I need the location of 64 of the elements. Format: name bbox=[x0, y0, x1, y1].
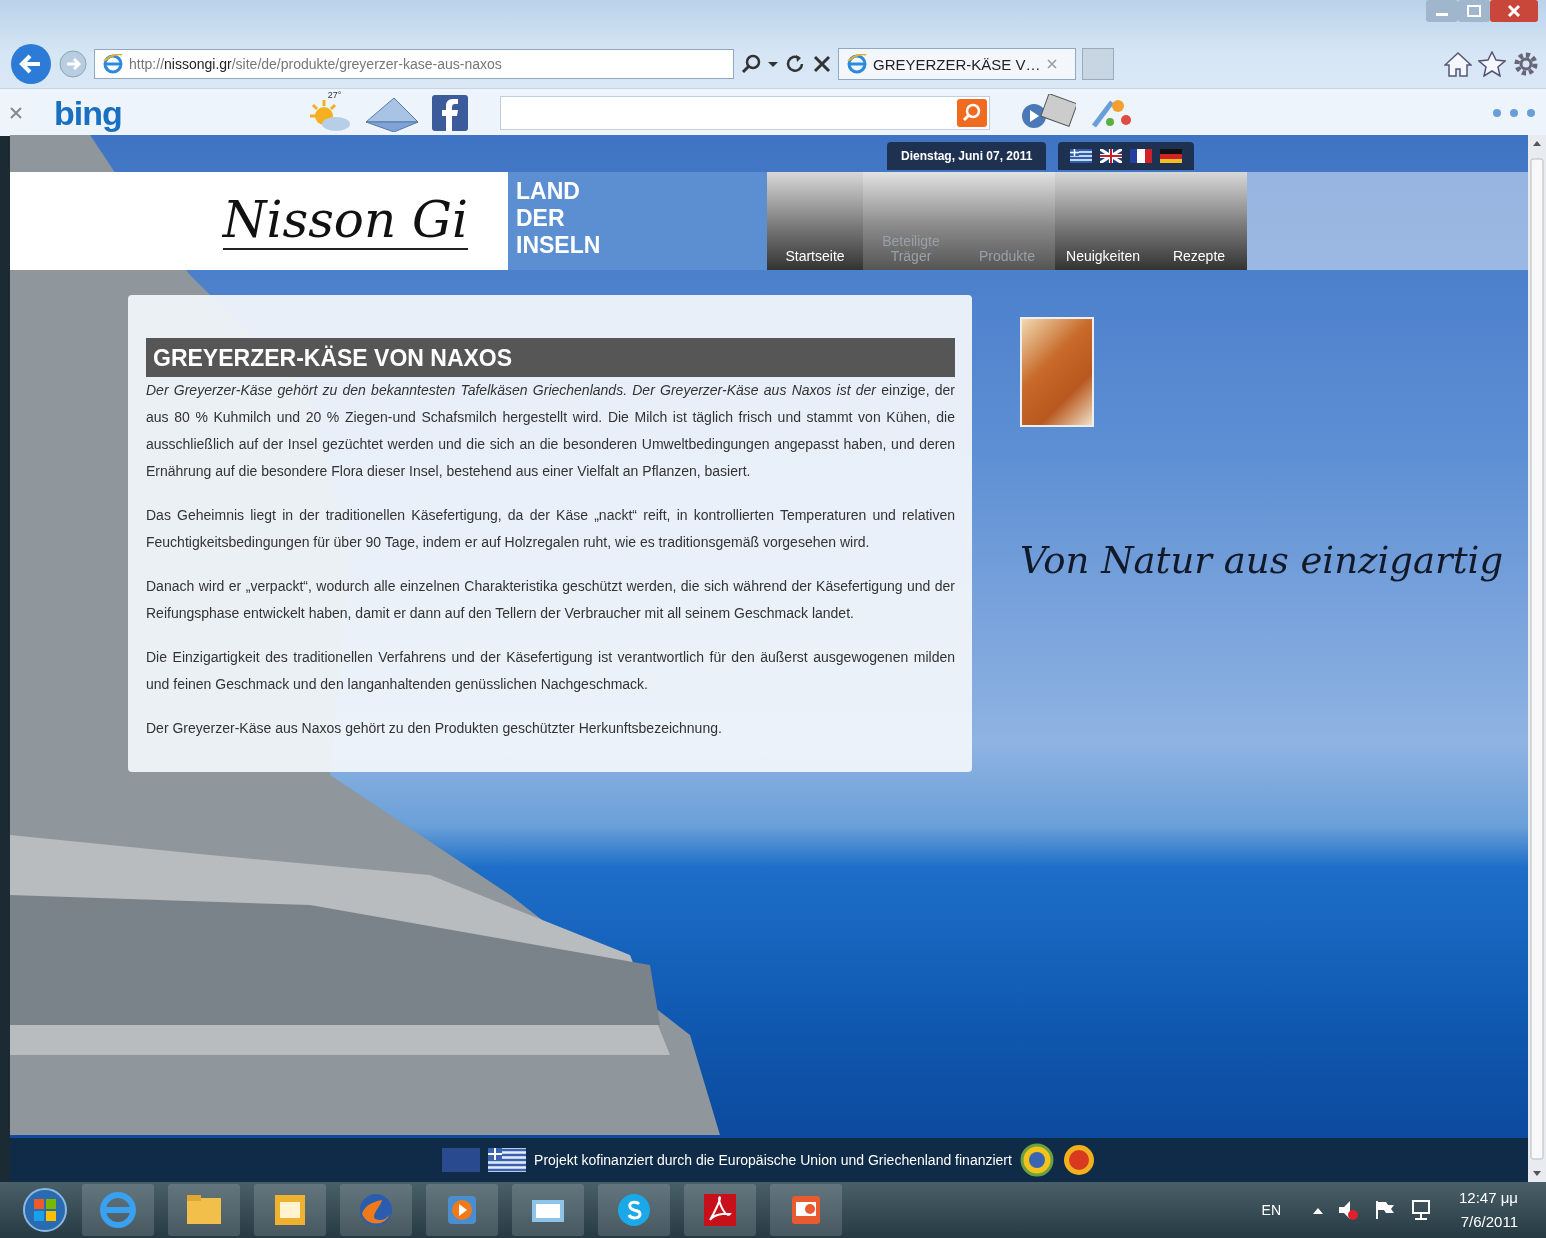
back-button[interactable] bbox=[10, 43, 52, 85]
tab-title: GREYERZER-KÄSE V… bbox=[873, 55, 1041, 73]
article-paragraph: Der Greyerzer-Käse aus Naxos gehört zu den Produkten geschützter Herkunftsbezeichnung. bbox=[146, 719, 723, 738]
home-icon[interactable] bbox=[1444, 51, 1472, 77]
ie-icon bbox=[103, 54, 123, 74]
network-icon[interactable] bbox=[1409, 1199, 1433, 1221]
taskbar-app-button[interactable] bbox=[598, 1184, 670, 1236]
footer-text: Projekt kofinanziert durch die Europäische Union und Griechenland finanziert bbox=[534, 1152, 1012, 1168]
nav-tile[interactable]: Startseite bbox=[767, 172, 863, 270]
more-dots-icon[interactable] bbox=[1492, 107, 1536, 118]
article-paragraph: Das Geheimnis liegt in der traditionellen Käsefertigung, da der Käse „nackt“ reift, in kontrollierten Temperaturen und relativen Feuchtigkeitsbedingungen für über 90 Tage, indem er auf Holzregalen ruht, wie es traditionsgemäß vorgesehen wird. bbox=[146, 506, 955, 552]
language-indicator[interactable]: EN bbox=[1261, 1202, 1281, 1218]
tagline-text: LAND bbox=[516, 178, 581, 205]
article-paragraph: Danach wird er „verpackt“, wodurch alle einzelnen Charakteristika geschützt werden, die sich während der Käsefertigung und der Reifungsphase entwickelt haben, damit er dann auf den Tellern der Verbraucher mit all seinem Geschmack landet. bbox=[146, 577, 955, 623]
origin-seal-icon bbox=[1061, 1143, 1096, 1177]
french-flag-icon[interactable] bbox=[1130, 149, 1153, 163]
browser-tab[interactable]: GREYERZER-KÄSE V… bbox=[838, 48, 1076, 80]
facebook-icon[interactable] bbox=[431, 94, 468, 131]
close-icon[interactable] bbox=[1046, 59, 1057, 69]
nav-tile[interactable]: Neuigkeiten bbox=[1055, 172, 1151, 270]
clock-time: 12:47 μμ bbox=[1459, 1188, 1518, 1208]
cheese-photo[interactable] bbox=[1020, 317, 1094, 427]
clock-date: 7/6/2011 bbox=[1460, 1212, 1518, 1232]
search-field[interactable] bbox=[499, 95, 990, 130]
tagline-text: INSELN bbox=[516, 232, 602, 259]
refresh-icon[interactable] bbox=[784, 53, 806, 75]
ie-icon bbox=[98, 1190, 138, 1230]
speaker-muted-icon[interactable] bbox=[1337, 1199, 1359, 1221]
settings-icon[interactable] bbox=[1512, 50, 1540, 78]
quality-seal-icon bbox=[1019, 1143, 1054, 1177]
star-icon[interactable] bbox=[1478, 51, 1506, 77]
close-icon[interactable] bbox=[10, 106, 22, 119]
start-button[interactable] bbox=[22, 1187, 68, 1233]
taskbar-app-button[interactable] bbox=[254, 1184, 326, 1236]
greek-flag-icon bbox=[488, 1148, 527, 1172]
dropdown-caret-icon[interactable] bbox=[768, 59, 778, 69]
bing-logo[interactable]: bing bbox=[54, 95, 122, 130]
ie-icon bbox=[847, 54, 867, 74]
eu-flag-icon bbox=[442, 1148, 481, 1172]
taskbar-app-button[interactable] bbox=[168, 1184, 240, 1236]
flag-icon[interactable] bbox=[1373, 1199, 1395, 1221]
greek-flag-icon[interactable] bbox=[1070, 149, 1093, 163]
temperature-text: 27° bbox=[327, 89, 342, 100]
article-paragraph: Der Greyerzer-Käse gehört zu den bekanntesten Tafelkäsen Griechenlands. Der Greyerzer-Käse aus Naxos ist der einzige, der aus 80 % Kuhmilch und 20 % Ziegen-und Schafsmilch hergestellt wird. Die Milch ist täglich frisch und stammt von Kühen, die ausschließlich auf der Insel gezüchtet werden und die sich an die besonderen Umweltbedingungen angepasst haben, und deren Ernährung auf die besondere Flora dieser Insel, bestehend aus einer Vielfalt an Pflanzen, basiert. bbox=[146, 381, 955, 481]
nav-tile[interactable]: Rezepte bbox=[1151, 172, 1247, 270]
stop-icon[interactable] bbox=[812, 54, 832, 74]
scrollbar[interactable] bbox=[1528, 135, 1546, 1182]
search-icon[interactable] bbox=[740, 53, 762, 75]
slogan-text: Von Natur aus einzigartig bbox=[1020, 539, 1504, 582]
tagline-text: DER bbox=[516, 205, 566, 232]
date-label: Dienstag, Juni 07, 2011 bbox=[887, 142, 1047, 170]
article-title: GREYERZER-KÄSE VON NAXOS bbox=[146, 338, 955, 377]
url-text: http://nissongi.gr/site/de/produkte/greyerzer-kase-aus-naxos bbox=[129, 56, 502, 72]
close-button[interactable] bbox=[1490, 0, 1538, 22]
taskbar-app-button[interactable] bbox=[684, 1184, 756, 1236]
british-flag-icon[interactable] bbox=[1100, 149, 1123, 163]
address-field[interactable]: http://nissongi.gr/site/de/produkte/greyerzer-kase-aus-naxos bbox=[94, 49, 734, 79]
search-button[interactable] bbox=[956, 98, 987, 127]
german-flag-icon[interactable] bbox=[1160, 149, 1183, 163]
taskbar-app-button[interactable] bbox=[770, 1184, 842, 1236]
taskbar-clock[interactable]: 12:47 μμ 7/6/2011 bbox=[1459, 1186, 1518, 1234]
show-hidden-icons-caret[interactable] bbox=[1313, 1206, 1323, 1214]
taskbar-app-button[interactable] bbox=[512, 1184, 584, 1236]
article-paragraph: Die Einzigartigkeit des traditionellen Verfahrens und der Käsefertigung ist verantwortlich für den äußerst ausgewogenen milden und feinen Geschmack und den langanhaltenden genüsslichen Nachgeschmack. bbox=[146, 648, 955, 694]
